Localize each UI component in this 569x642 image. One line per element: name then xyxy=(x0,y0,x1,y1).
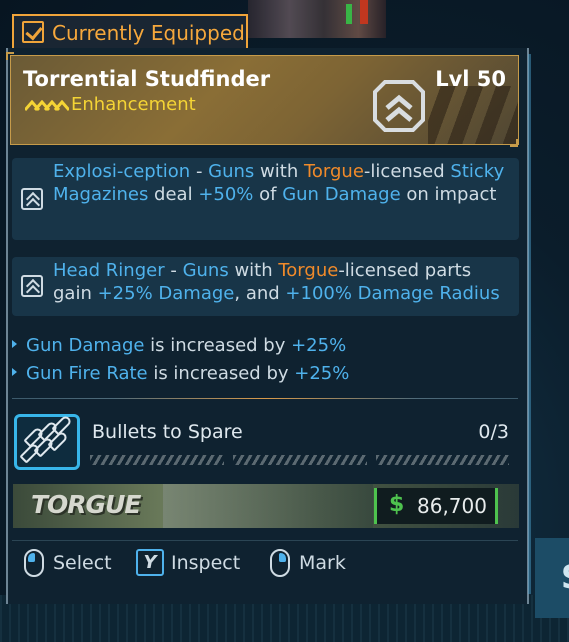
perk-fragment: Explosi-ception xyxy=(53,161,191,182)
perk-text: Explosi-ception - Guns with Torgue-licen… xyxy=(53,160,511,206)
price-value: 86,700 xyxy=(417,494,487,518)
item-level: Lvl 50 xyxy=(435,67,506,91)
mouse-left-icon xyxy=(24,549,44,577)
perk-fragment: -licensed xyxy=(363,161,451,182)
inspect-action[interactable]: Inspect xyxy=(171,552,240,574)
background-character xyxy=(248,0,386,38)
stat-middle: is increased by xyxy=(147,363,295,384)
legendary-chevrons-icon xyxy=(25,100,69,111)
adjacent-panel-edge: S xyxy=(535,538,569,618)
perk-fragment: of xyxy=(253,184,283,205)
perk-fragment: - xyxy=(190,161,209,182)
stat-value: +25% xyxy=(294,363,350,384)
equipped-check-icon xyxy=(22,21,44,43)
capacity-segment xyxy=(90,455,224,465)
capacity-segment xyxy=(376,455,509,465)
price-box: $ 86,700 xyxy=(374,488,498,524)
capacity-name: Bullets to Spare xyxy=(92,421,243,443)
header-stripes xyxy=(428,86,518,144)
torgue-logo: TORGUE xyxy=(31,490,141,519)
bullet-arrow-icon xyxy=(12,340,17,348)
y-key-icon: Y xyxy=(136,549,164,576)
stat-value: +25% xyxy=(291,335,347,356)
mouse-right-icon xyxy=(270,549,290,577)
perk-fragment: , and xyxy=(234,283,286,304)
perk-fragment: Guns xyxy=(182,260,229,281)
enhancement-perk-icon xyxy=(21,188,43,210)
perk-fragment: +100% Damage Radius xyxy=(285,283,500,304)
perk-fragment: - xyxy=(164,260,183,281)
perk-fragment: with xyxy=(254,161,304,182)
capacity-count: 0/3 xyxy=(478,421,509,443)
perk-explosi-ception: Explosi-ception - Guns with Torgue-licen… xyxy=(12,158,519,240)
perk-fragment: +25% Damage xyxy=(97,283,235,304)
stat-name: Gun Damage xyxy=(26,335,145,356)
perk-fragment: Head Ringer xyxy=(53,260,165,281)
perk-fragment: Torgue xyxy=(303,161,364,182)
currently-equipped-tab: Currently Equipped xyxy=(12,14,248,48)
capacity-segment xyxy=(233,455,367,465)
perk-fragment: with xyxy=(228,260,279,281)
item-name: Torrential Studfinder xyxy=(23,67,271,91)
enhancement-chevron-icon xyxy=(373,80,425,132)
stat-middle: is increased by xyxy=(144,335,292,356)
stat-line: Gun Damage is increased by +25% xyxy=(12,335,346,356)
bullet-arrow-icon xyxy=(12,368,17,376)
perk-fragment: Guns xyxy=(208,161,255,182)
perk-fragment: Torgue xyxy=(278,260,339,281)
perk-fragment: +50% xyxy=(198,184,254,205)
item-type: Enhancement xyxy=(71,94,196,115)
header-corner xyxy=(510,139,518,147)
perk-fragment: on impact xyxy=(400,184,497,205)
perk-text: Head Ringer - Guns with Torgue-licensed … xyxy=(53,259,511,305)
select-action[interactable]: Select xyxy=(53,552,112,574)
stat-name: Gun Fire Rate xyxy=(26,363,148,384)
bullets-icon xyxy=(14,414,80,470)
tab-label: Currently Equipped xyxy=(52,21,245,45)
currency-icon: $ xyxy=(389,492,405,517)
perk-fragment: deal xyxy=(148,184,199,205)
stat-line: Gun Fire Rate is increased by +25% xyxy=(12,363,349,384)
enhancement-perk-icon xyxy=(21,275,43,297)
perk-head-ringer: Head Ringer - Guns with Torgue-licensed … xyxy=(12,257,519,316)
header-corner xyxy=(6,52,14,60)
mark-action[interactable]: Mark xyxy=(299,552,346,574)
footer-divider xyxy=(12,540,518,541)
item-header: Torrential Studfinder Lvl 50 Enhancement xyxy=(10,55,519,145)
section-divider xyxy=(12,398,518,399)
perk-fragment: Gun Damage xyxy=(282,184,401,205)
